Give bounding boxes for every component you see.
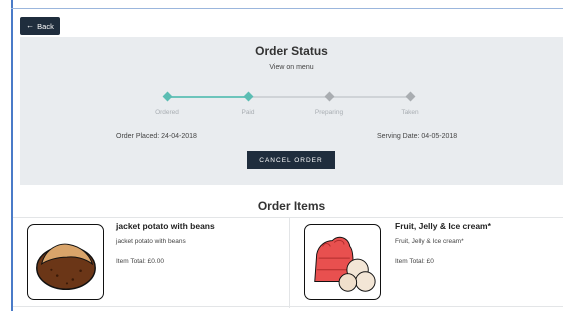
jelly-ice-cream-icon: [304, 224, 381, 300]
step-label: Paid: [241, 109, 255, 116]
serving-date: Serving Date: 04-05-2018: [377, 133, 458, 140]
item-description: jacket potato with beans: [116, 238, 186, 245]
step-marker-icon: [162, 91, 172, 102]
item-total: Item Total: £0.00: [116, 258, 164, 265]
progress-step-paid: Paid: [218, 86, 278, 116]
jacket-potato-icon: [27, 224, 104, 300]
step-marker-icon: [243, 91, 253, 102]
item-description: Fruit, Jelly & Ice cream*: [395, 238, 464, 245]
view-on-menu-link[interactable]: View on menu: [20, 64, 563, 71]
step-marker-icon: [405, 91, 415, 102]
divider: [13, 306, 563, 307]
order-items-title: Order Items: [257, 199, 326, 213]
step-label: Ordered: [155, 109, 179, 116]
window-left-border: [11, 0, 13, 311]
progress-step-ordered: Ordered: [137, 86, 197, 116]
cancel-order-button[interactable]: CANCEL ORDER: [247, 151, 335, 169]
progress-step-preparing: Preparing: [299, 86, 359, 116]
progress-step-taken: Taken: [380, 86, 440, 116]
order-status-title: Order Status: [255, 44, 328, 58]
item-name: Fruit, Jelly & Ice cream*: [395, 221, 491, 231]
item-total: Item Total: £0: [395, 258, 434, 265]
divider: [13, 217, 563, 218]
order-progress-tracker: Ordered Paid Preparing Taken: [150, 86, 430, 116]
order-placed-date: Order Placed: 24-04-2018: [116, 133, 197, 140]
window-top-border: [11, 8, 563, 9]
step-label: Preparing: [314, 109, 344, 116]
back-button-label: Back: [37, 21, 54, 31]
divider: [289, 218, 290, 308]
back-button[interactable]: ← Back: [20, 17, 60, 35]
step-marker-icon: [324, 91, 334, 102]
arrow-left-icon: ←: [26, 21, 35, 30]
step-label: Taken: [401, 109, 419, 116]
item-name: jacket potato with beans: [116, 221, 215, 231]
